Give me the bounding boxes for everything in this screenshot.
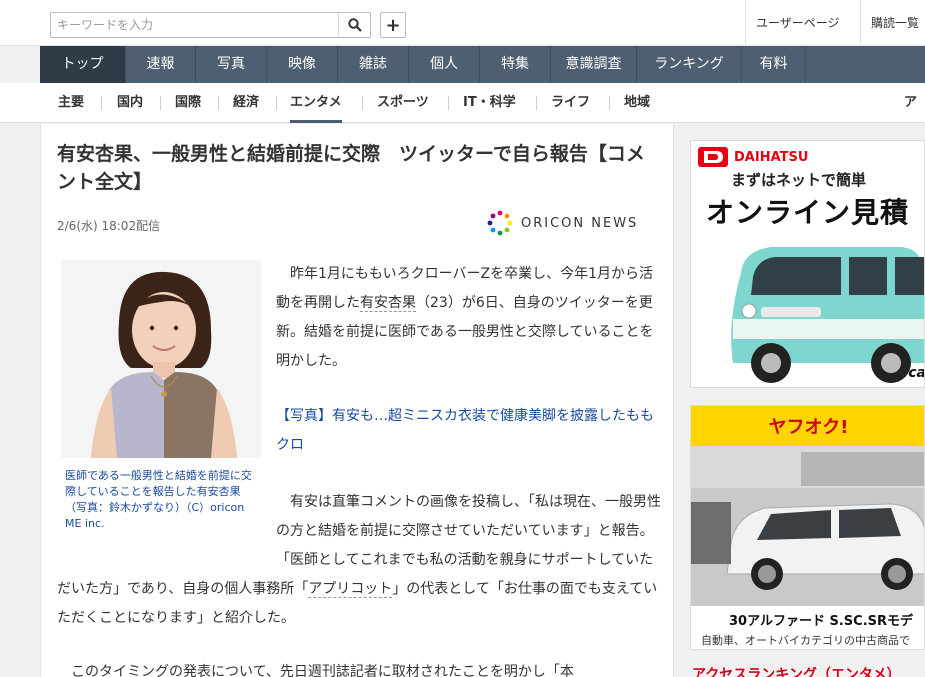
- separator: [276, 96, 277, 110]
- access-ranking-heading[interactable]: アクセスランキング（エンタメ）: [692, 664, 900, 677]
- daihatsu-logo: DAIHATSU: [698, 147, 808, 167]
- separator: [160, 96, 161, 110]
- sub-nav-international[interactable]: 国際: [175, 83, 201, 123]
- paragraph-1: 昨年1月にももいろクローバーZを卒業し、今年1月から活動を再開した有安杏果（23…: [276, 260, 661, 376]
- subscriptions-link[interactable]: 購読一覧: [860, 0, 925, 46]
- separator: [101, 96, 102, 110]
- main-nav-personal[interactable]: 個人: [409, 46, 480, 83]
- sub-nav-region[interactable]: 地域: [624, 83, 650, 123]
- ad1-tagline: まずはネットで簡単: [731, 171, 867, 189]
- main-nav-paid[interactable]: 有料: [742, 46, 806, 83]
- main-nav-magazine[interactable]: 雑誌: [338, 46, 409, 83]
- add-button[interactable]: +: [380, 12, 406, 38]
- utility-bar: + ユーザーページ 購読一覧: [0, 0, 925, 46]
- sub-nav-it-science[interactable]: IT・科学: [463, 83, 516, 123]
- ad-daihatsu[interactable]: DAIHATSU まずはネットで簡単 オンライン見積 ca: [690, 140, 925, 388]
- paragraph-3: このタイミングの発表について、先日週刊誌記者に取材されたことを明かし「本: [57, 664, 574, 677]
- daihatsu-brand: DAIHATSU: [734, 149, 809, 165]
- ad2-title: 30アルファード S.SC.SRモデ: [729, 614, 914, 629]
- yafuoku-header: ヤフオク!: [691, 406, 924, 446]
- separator: [448, 96, 449, 110]
- sub-nav-entertainment[interactable]: エンタメ: [290, 83, 342, 123]
- article-title: 有安杏果、一般男性と結婚前提に交際 ツイッターで自ら報告【コメント全文】: [57, 143, 645, 193]
- sub-nav: 主要 国内 国際 経済 エンタメ スポーツ IT・科学 ライフ 地域 ア: [0, 83, 925, 123]
- main-nav: トップ 速報 写真 映像 雑誌 個人 特集 意識調査 ランキング 有料: [40, 46, 925, 83]
- main-nav-breaking[interactable]: 速報: [126, 46, 196, 83]
- search-input[interactable]: [51, 13, 337, 37]
- oricon-logo-icon: [487, 210, 513, 236]
- sub-nav-domestic[interactable]: 国内: [117, 83, 143, 123]
- user-page-link[interactable]: ユーザーページ: [745, 0, 851, 46]
- sub-nav-main[interactable]: 主要: [58, 83, 84, 123]
- ad2-subtitle: 自動車、オートバイカテゴリの中古商品で: [701, 634, 910, 647]
- article: 有安杏果、一般男性と結婚前提に交際 ツイッターで自ら報告【コメント全文】 2/6…: [40, 124, 674, 677]
- main-nav-photo[interactable]: 写真: [196, 46, 267, 83]
- keyword-link[interactable]: アプリコット: [308, 581, 393, 598]
- portrait-image: [61, 260, 261, 458]
- car-image: [691, 233, 924, 387]
- sub-nav-more[interactable]: ア: [904, 83, 917, 123]
- float-spacer: [57, 488, 276, 575]
- related-photo-link[interactable]: 【写真】有安も…超ミニスカ衣装で健康美脚を披露したももクロ: [276, 402, 661, 460]
- ad1-headline: オンライン見積: [706, 196, 910, 229]
- ad-yafuoku[interactable]: ヤフオク! 30アルファード S.SC.SRモデ 自動車、オートバイカテゴリの中…: [690, 405, 925, 650]
- separator: [536, 96, 537, 110]
- paragraph-2: 有安は直筆コメントの画像を投稿し、「私は現在、一般男性の方と結婚を前提に交際させ…: [57, 488, 661, 633]
- search-box: [50, 12, 371, 38]
- separator: [218, 96, 219, 110]
- yafuoku-logo: ヤフオク!: [768, 417, 849, 438]
- vehicle-image: [691, 446, 924, 606]
- daihatsu-d-icon: [698, 147, 728, 167]
- provider-name: ORICON NEWS: [521, 215, 639, 231]
- plus-icon: +: [385, 14, 401, 36]
- search-icon: [347, 18, 362, 32]
- sub-nav-life[interactable]: ライフ: [551, 83, 590, 123]
- separator: [609, 96, 610, 110]
- ad1-corner-text: ca: [908, 365, 925, 381]
- main-nav-feature[interactable]: 特集: [480, 46, 551, 83]
- article-photo[interactable]: [61, 260, 261, 458]
- separator: [362, 96, 363, 110]
- search-button[interactable]: [338, 13, 370, 37]
- sub-nav-economy[interactable]: 経済: [233, 83, 259, 123]
- main-nav-ranking[interactable]: ランキング: [637, 46, 742, 83]
- provider-logo[interactable]: ORICON NEWS: [487, 210, 638, 236]
- main-nav-video[interactable]: 映像: [267, 46, 338, 83]
- sub-nav-sports[interactable]: スポーツ: [377, 83, 429, 123]
- main-nav-top[interactable]: トップ: [40, 46, 126, 83]
- keyword-link[interactable]: 有安杏果: [360, 295, 416, 312]
- publish-date: 2/6(水) 18:02配信: [57, 219, 161, 233]
- main-nav-survey[interactable]: 意識調査: [551, 46, 637, 83]
